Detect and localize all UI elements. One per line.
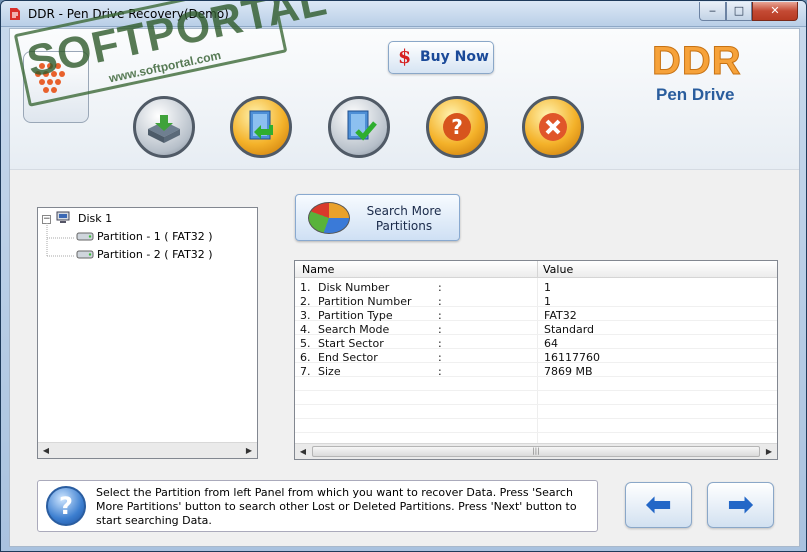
brand-subtitle: Pen Drive (656, 85, 735, 104)
scroll-left-icon[interactable]: ◀ (38, 443, 54, 458)
left-arrow-icon: ⬅ (645, 485, 672, 523)
scroll-thumb[interactable]: ||| (312, 446, 760, 457)
row-name: Disk Number (318, 281, 390, 294)
row-separator: : (438, 295, 442, 308)
list-row[interactable]: 3. Partition Type : FAT32 (295, 309, 777, 323)
scroll-right-icon[interactable]: ▶ (241, 443, 257, 458)
row-name: Partition Type (318, 309, 393, 322)
disk-icon (148, 115, 180, 143)
row-number: 6. (300, 351, 311, 364)
scroll-right-icon[interactable]: ▶ (761, 444, 777, 459)
row-number: 7. (300, 365, 311, 378)
recover-tool-button[interactable] (230, 96, 292, 158)
list-row[interactable]: 2. Partition Number : 1 (295, 295, 777, 309)
brand-logo-text: DDR (652, 39, 742, 84)
column-divider[interactable] (537, 261, 538, 278)
header-divider (10, 169, 799, 170)
grid-line (295, 418, 777, 419)
row-separator: : (438, 351, 442, 364)
grid-line (295, 404, 777, 405)
client-area: $ Buy Now DDR Pen Drive ? − Disk 1 Parti… (9, 28, 800, 547)
column-header-name[interactable]: Name (302, 263, 334, 276)
next-button[interactable]: ➡ (707, 482, 774, 528)
save-recover-icon (249, 110, 273, 140)
dollar-icon: $ (398, 46, 412, 68)
partition-tree[interactable]: − Disk 1 Partition - 1 ( FAT32 ) Partiti… (37, 207, 258, 459)
list-row[interactable]: 4. Search Mode : Standard (295, 323, 777, 337)
app-window: DDR - Pen Drive Recovery(Demo) ‒ □ ✕ $ B… (0, 0, 807, 552)
disk-tool-button[interactable] (133, 96, 195, 158)
status-panel: ? Select the Partition from left Panel f… (37, 480, 598, 532)
svg-text:?: ? (451, 115, 463, 139)
right-arrow-icon: ➡ (727, 485, 754, 523)
exit-icon (539, 113, 567, 141)
list-row[interactable]: 1. Disk Number : 1 (295, 281, 777, 295)
search-more-partitions-button[interactable]: Search More Partitions (295, 194, 460, 241)
list-hscrollbar[interactable]: ◀ ||| ▶ (295, 443, 777, 459)
row-name: Start Sector (318, 337, 384, 350)
tree-partition-label: Partition - 2 ( FAT32 ) (97, 248, 213, 261)
list-row[interactable]: 5. Start Sector : 64 (295, 337, 777, 351)
tree-partition-label: Partition - 1 ( FAT32 ) (97, 230, 213, 243)
scroll-left-icon[interactable]: ◀ (295, 444, 311, 459)
help-icon: ? (46, 486, 86, 526)
row-value: 64 (544, 337, 558, 350)
column-header-value[interactable]: Value (543, 263, 573, 276)
row-separator: : (438, 323, 442, 336)
row-name: Size (318, 365, 341, 378)
row-number: 2. (300, 295, 311, 308)
minimize-button[interactable]: ‒ (699, 2, 726, 21)
check-icon (347, 110, 377, 141)
pie-chart-icon (308, 202, 350, 234)
status-message: Select the Partition from left Panel fro… (96, 486, 577, 527)
check-tool-button[interactable] (328, 96, 390, 158)
row-separator: : (438, 281, 442, 294)
row-name: Partition Number (318, 295, 412, 308)
maximize-button[interactable]: □ (726, 2, 752, 21)
row-value: 16117760 (544, 351, 600, 364)
row-value: FAT32 (544, 309, 577, 322)
tree-lines (46, 223, 75, 257)
row-number: 3. (300, 309, 311, 322)
tree-hscrollbar[interactable]: ◀ ▶ (38, 442, 257, 458)
help-tool-button[interactable]: ? (426, 96, 488, 158)
search-more-label: Search More Partitions (366, 204, 442, 233)
row-value: 1 (544, 281, 551, 294)
row-name: Search Mode (318, 323, 390, 336)
close-button[interactable]: ✕ (752, 2, 798, 21)
row-separator: : (438, 337, 442, 350)
row-number: 4. (300, 323, 311, 336)
list-row[interactable]: 7. Size : 7869 MB (295, 365, 777, 379)
buy-now-label: Buy Now (420, 49, 489, 65)
row-name: End Sector (318, 351, 378, 364)
row-value: 1 (544, 295, 551, 308)
row-value: Standard (544, 323, 595, 336)
row-separator: : (438, 365, 442, 378)
grid-line (295, 432, 777, 433)
buy-now-button[interactable]: $ Buy Now (388, 41, 494, 74)
row-value: 7869 MB (544, 365, 593, 378)
list-header: Name Value (295, 261, 777, 278)
row-separator: : (438, 309, 442, 322)
grid-line (295, 390, 777, 391)
list-row[interactable]: 6. End Sector : 16117760 (295, 351, 777, 365)
help-icon: ? (443, 113, 471, 141)
back-button[interactable]: ⬅ (625, 482, 692, 528)
row-number: 1. (300, 281, 311, 294)
exit-tool-button[interactable] (522, 96, 584, 158)
row-number: 5. (300, 337, 311, 350)
details-list[interactable]: Name Value 1. Disk Number : 1 2. Partiti… (294, 260, 778, 460)
